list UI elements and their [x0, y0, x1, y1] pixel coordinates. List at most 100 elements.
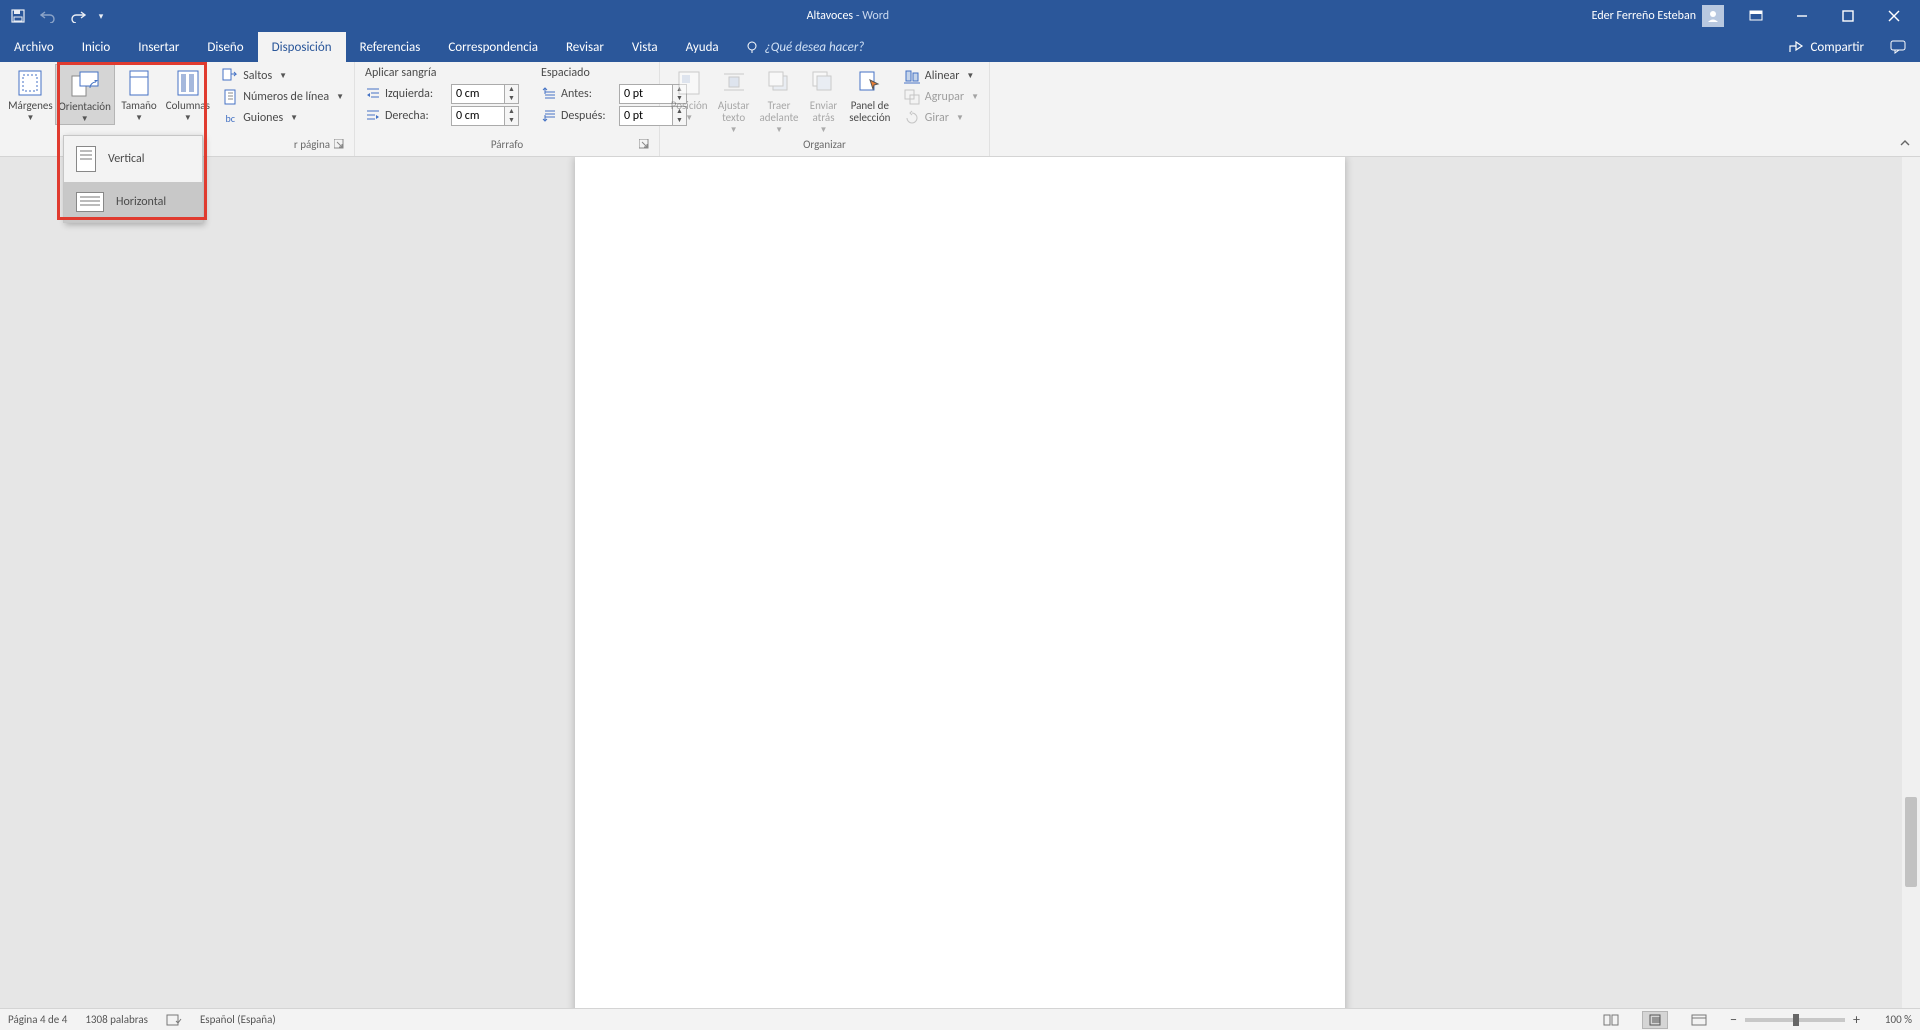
qat-customize[interactable]: ▾ [94, 2, 108, 30]
status-page[interactable]: Página 4 de 4 [8, 1013, 67, 1026]
orientation-horizontal[interactable]: Horizontal [64, 182, 202, 222]
status-language[interactable]: Español (España) [200, 1013, 276, 1026]
ribbon-display-options[interactable] [1734, 0, 1778, 32]
indent-left-input[interactable]: ▲▼ [451, 84, 519, 104]
spacing-after-icon [541, 108, 557, 124]
tab-vista[interactable]: Vista [618, 32, 672, 62]
tab-archivo[interactable]: Archivo [0, 32, 68, 62]
group-label-text: Párrafo [491, 138, 523, 151]
proofing-icon[interactable] [166, 1013, 182, 1027]
tab-diseño[interactable]: Diseño [193, 32, 257, 62]
line-numbers-label: Números de línea [243, 90, 329, 104]
share-label: Compartir [1810, 40, 1864, 55]
scrollbar-thumb[interactable] [1905, 797, 1917, 887]
indent-left-value[interactable] [452, 85, 504, 103]
size-button[interactable]: Tamaño ▼ [115, 64, 164, 123]
view-read-mode[interactable] [1598, 1011, 1624, 1029]
breaks-button[interactable]: Saltos▼ [218, 67, 348, 85]
columns-button[interactable]: Columnas ▼ [163, 64, 212, 123]
hyphenation-button[interactable]: bc Guiones▼ [218, 109, 348, 127]
zoom-slider[interactable] [1745, 1018, 1845, 1022]
wrap-text-icon [718, 68, 750, 98]
close-button[interactable] [1872, 0, 1916, 32]
redo-button[interactable] [64, 2, 92, 30]
send-backward-button[interactable]: Enviar atrás▼ [803, 64, 844, 135]
tell-me-placeholder: ¿Qué desea hacer? [765, 40, 865, 55]
group-arrange: Posición▼ Ajustar texto▼ Traer adelante▼… [660, 62, 990, 156]
columns-label: Columnas [166, 100, 210, 112]
align-button[interactable]: Alinear▼ [900, 67, 983, 85]
zoom-slider-thumb[interactable] [1793, 1014, 1799, 1026]
view-print-layout[interactable] [1642, 1011, 1668, 1029]
chevron-down-icon: ▼ [290, 113, 298, 123]
orientation-button[interactable]: Orientación ▼ [55, 64, 115, 125]
comment-icon [1890, 40, 1906, 54]
indent-right-input[interactable]: ▲▼ [451, 106, 519, 126]
columns-icon [172, 68, 204, 98]
selection-pane-button[interactable]: Panel de selección [844, 64, 896, 124]
position-icon [673, 68, 705, 98]
indent-right-value[interactable] [452, 107, 504, 125]
zoom-out-button[interactable]: − [1730, 1011, 1737, 1028]
orientation-vertical[interactable]: Vertical [64, 136, 202, 182]
document-area[interactable] [0, 157, 1920, 1008]
status-word-count[interactable]: 1308 palabras [85, 1013, 148, 1026]
breaks-icon [222, 68, 238, 84]
margins-label: Márgenes [8, 100, 52, 112]
spacing-after-label: Después: [561, 109, 615, 123]
group-label-arrange: Organizar [666, 138, 983, 156]
minimize-button[interactable] [1780, 0, 1824, 32]
save-button[interactable] [4, 2, 32, 30]
rotate-button[interactable]: Girar▼ [900, 109, 983, 127]
ribbon-tabs: ArchivoInicioInsertarDiseñoDisposiciónRe… [0, 32, 1920, 62]
position-button[interactable]: Posición▼ [666, 64, 712, 123]
comments-button[interactable] [1876, 32, 1920, 62]
maximize-button[interactable] [1826, 0, 1870, 32]
quick-access-toolbar: ▾ [0, 2, 112, 30]
indent-left-icon [365, 86, 381, 102]
size-icon [123, 68, 155, 98]
position-label: Posición [671, 100, 708, 112]
app-name: Word [862, 9, 889, 23]
breaks-label: Saltos [243, 69, 272, 83]
indent-right-label: Derecha: [385, 109, 447, 123]
tab-revisar[interactable]: Revisar [552, 32, 618, 62]
tab-correspondencia[interactable]: Correspondencia [434, 32, 552, 62]
align-icon [904, 68, 920, 84]
account-button[interactable]: Eder Ferreño Esteban [1584, 5, 1732, 27]
document-page[interactable] [575, 157, 1345, 1008]
tab-inicio[interactable]: Inicio [68, 32, 124, 62]
portrait-icon [76, 146, 96, 172]
spinner-down[interactable]: ▼ [505, 116, 518, 125]
dialog-launcher[interactable] [334, 139, 346, 151]
line-numbers-button[interactable]: Números de línea▼ [218, 88, 348, 106]
orientation-vertical-label: Vertical [108, 152, 145, 166]
rotate-icon [904, 110, 920, 126]
avatar [1702, 5, 1724, 27]
group-label-paragraph: Párrafo [361, 138, 653, 156]
group-button[interactable]: Agrupar▼ [900, 88, 983, 106]
spinner-down[interactable]: ▼ [505, 94, 518, 103]
bring-forward-label: Traer adelante [755, 100, 803, 124]
wrap-text-button[interactable]: Ajustar texto▼ [712, 64, 755, 135]
tell-me[interactable]: ¿Qué desea hacer? [733, 32, 877, 62]
tab-ayuda[interactable]: Ayuda [672, 32, 733, 62]
share-button[interactable]: Compartir [1776, 32, 1876, 62]
tab-disposición[interactable]: Disposición [258, 32, 346, 62]
margins-button[interactable]: Márgenes ▼ [6, 64, 55, 123]
view-web-layout[interactable] [1686, 1011, 1712, 1029]
tab-insertar[interactable]: Insertar [124, 32, 193, 62]
vertical-scrollbar[interactable] [1902, 157, 1920, 1008]
zoom-in-button[interactable]: + [1853, 1011, 1860, 1028]
hyphenation-label: Guiones [243, 111, 283, 125]
share-icon [1788, 40, 1804, 54]
dialog-launcher[interactable] [639, 139, 651, 151]
collapse-ribbon-button[interactable] [1898, 136, 1914, 152]
window-title: Altavoces - Word [112, 9, 1584, 23]
tab-referencias[interactable]: Referencias [346, 32, 435, 62]
zoom-level[interactable]: 100 % [1868, 1013, 1912, 1026]
bring-forward-icon [763, 68, 795, 98]
bring-forward-button[interactable]: Traer adelante▼ [755, 64, 803, 135]
undo-button[interactable] [34, 2, 62, 30]
document-name: Altavoces [807, 9, 854, 23]
